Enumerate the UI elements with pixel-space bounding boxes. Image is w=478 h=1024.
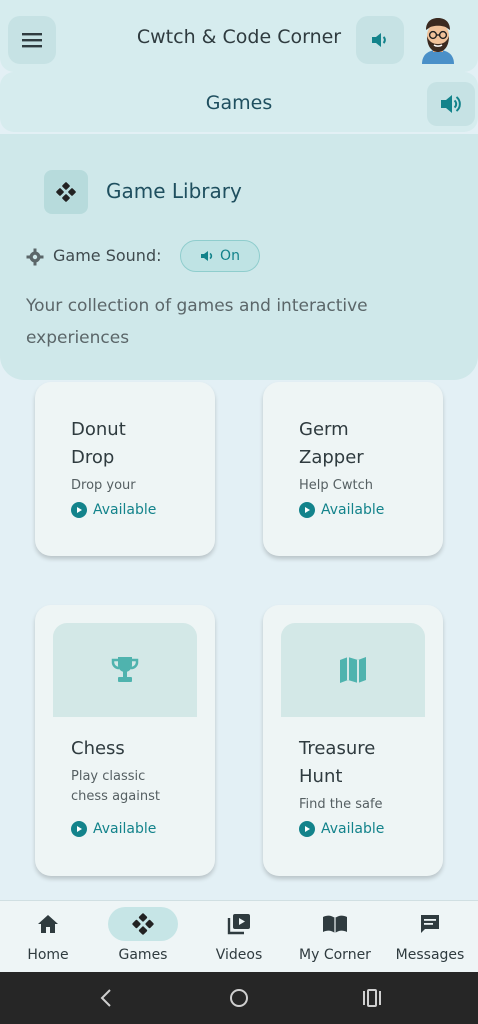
nav-label: Games [118,947,168,963]
game-thumbnail [281,623,425,717]
nav-label: My Corner [299,947,371,963]
game-status: Available [71,821,156,837]
video-library-icon [227,914,250,935]
app-title: Cwtch & Code Corner [136,26,342,48]
menu-button[interactable] [8,16,56,64]
game-description: Help Cwtch [299,478,373,493]
nav-item-home[interactable]: Home [3,901,93,973]
home-system-button[interactable] [227,986,251,1010]
nav-item-my-corner[interactable]: My Corner [290,901,380,973]
bearded-man-avatar-icon [422,18,454,64]
game-card-donut-drop[interactable]: Donut Drop Drop your Available [35,382,215,556]
user-avatar[interactable] [416,16,460,64]
volume-icon [441,95,461,113]
nav-item-videos[interactable]: Videos [194,901,284,973]
game-sound-state: On [220,248,240,264]
gear-icon [26,248,44,266]
message-icon [421,915,439,933]
game-title: Treasure Hunt [299,738,376,787]
game-description: Play classic chess against [71,769,160,804]
game-title: Germ Zapper [299,419,364,468]
gamepad-icon [44,170,88,214]
system-navigation-bar [0,972,478,1024]
section-sound-button[interactable] [427,82,475,126]
play-circle-icon [71,502,87,518]
game-card-treasure-hunt[interactable]: Treasure Hunt Find the safe Available [263,605,443,876]
header-sound-button[interactable] [356,16,404,64]
back-chevron-icon [100,989,111,1007]
section-header: Games [0,72,478,132]
game-card-chess[interactable]: Chess Play classic chess against Availab… [35,605,215,876]
game-description: Find the safe [299,797,383,812]
game-status: Available [71,502,156,518]
nav-label: Home [27,947,69,963]
volume-icon [372,33,386,47]
game-sound-toggle[interactable]: On [180,240,260,272]
game-title: Donut Drop [71,419,126,468]
game-card-germ-zapper[interactable]: Germ Zapper Help Cwtch Available [263,382,443,556]
nav-item-messages[interactable]: Messages [385,901,475,973]
game-description: Drop your [71,478,136,493]
volume-icon [201,251,213,261]
game-library-panel: Game Library Game Sound: On Your collect… [0,134,478,380]
recents-icon [363,989,381,1007]
nav-label: Messages [395,947,465,963]
section-title: Games [205,92,273,114]
nav-item-games[interactable]: Games [98,901,188,973]
game-thumbnail [53,623,197,717]
play-circle-icon [71,821,87,837]
bottom-navigation: Home Games Videos My Corner Messages [0,900,478,972]
library-description: Your collection of games and interactive… [26,296,368,348]
trophy-icon [111,657,139,682]
map-icon [340,657,366,683]
play-circle-icon [299,502,315,518]
library-title: Game Library [106,179,242,203]
recents-button[interactable] [360,986,384,1010]
play-circle-icon [299,821,315,837]
gamepad-icon [132,913,154,935]
circle-home-icon [230,989,248,1007]
game-sound-label: Game Sound: [53,246,162,265]
top-app-bar: Cwtch & Code Corner [0,0,478,72]
menu-icon [22,33,42,48]
book-icon [323,915,347,933]
nav-label: Videos [215,947,263,963]
game-title: Chess [71,738,125,759]
home-icon [38,915,58,933]
game-status: Available [299,502,384,518]
back-button[interactable] [94,986,118,1010]
game-status: Available [299,821,384,837]
